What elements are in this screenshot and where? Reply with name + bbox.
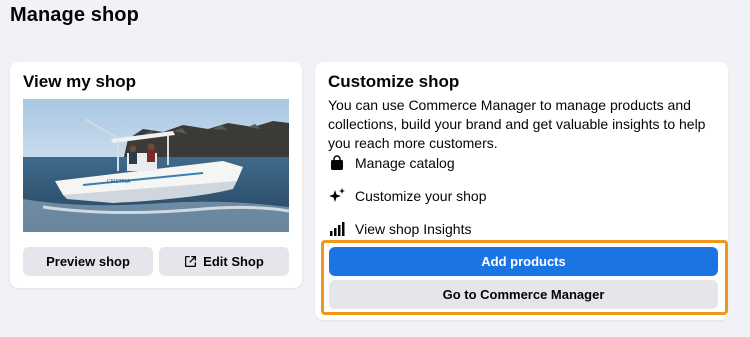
- preview-shop-button[interactable]: Preview shop: [23, 247, 153, 276]
- bar-chart-icon: [328, 220, 346, 238]
- customize-description: You can use Commerce Manager to manage p…: [328, 97, 706, 151]
- edit-shop-button[interactable]: Edit Shop: [159, 247, 289, 276]
- feature-label: Manage catalog: [355, 155, 455, 171]
- sparkle-icon: [328, 187, 346, 205]
- preview-shop-label: Preview shop: [46, 254, 130, 269]
- shop-cover-image: CRISTINA: [23, 99, 289, 232]
- boat-photo: CRISTINA: [23, 99, 289, 232]
- shopping-bag-icon: [328, 154, 346, 172]
- feature-label: Customize your shop: [355, 188, 487, 204]
- feature-view-insights: View shop Insights: [328, 220, 471, 238]
- customize-shop-title: Customize shop: [328, 72, 460, 91]
- page-title: Manage shop: [10, 4, 139, 26]
- boat-name-text: CRISTINA: [107, 179, 131, 185]
- go-to-commerce-manager-button[interactable]: Go to Commerce Manager: [329, 280, 718, 309]
- add-products-button[interactable]: Add products: [329, 247, 718, 276]
- external-link-icon: [184, 255, 197, 268]
- commerce-manager-label: Go to Commerce Manager: [442, 287, 605, 302]
- edit-shop-label: Edit Shop: [203, 254, 264, 269]
- feature-manage-catalog: Manage catalog: [328, 154, 455, 172]
- view-shop-title: View my shop: [23, 72, 137, 91]
- feature-label: View shop Insights: [355, 221, 472, 237]
- add-products-label: Add products: [481, 254, 566, 269]
- feature-customize-shop: Customize your shop: [328, 187, 487, 205]
